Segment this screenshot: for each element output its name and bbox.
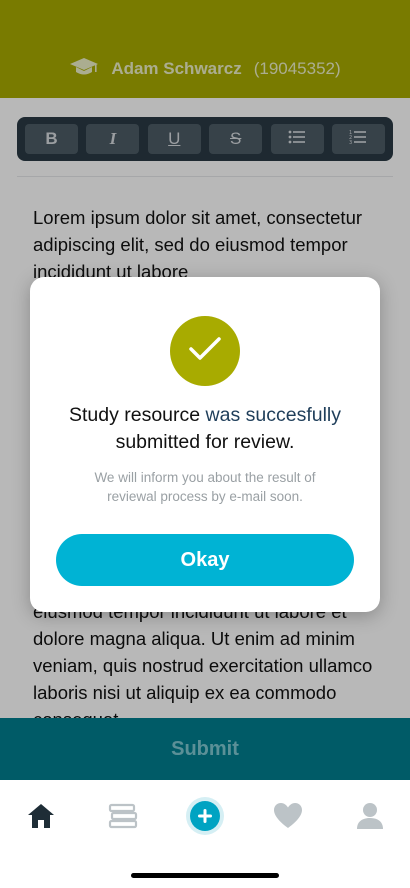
nav-home[interactable] (21, 800, 61, 836)
success-badge (170, 316, 240, 386)
dialog-title-part2: was succesfully (205, 404, 342, 426)
success-dialog: Study resource was succesfully submitted… (30, 277, 380, 612)
nav-library[interactable] (103, 800, 143, 836)
nav-add[interactable] (185, 796, 225, 836)
bottom-nav (0, 780, 410, 888)
home-icon (26, 802, 56, 835)
nav-favorites[interactable] (268, 800, 308, 836)
profile-icon (355, 801, 385, 836)
home-indicator (131, 873, 279, 878)
add-icon (185, 796, 225, 841)
dialog-subtitle: We will inform you about the result of r… (94, 470, 316, 504)
dialog-title-part3: submitted for review. (115, 431, 295, 453)
dialog-title-part1: Study resource (68, 404, 201, 426)
nav-profile[interactable] (350, 800, 390, 836)
heart-icon (273, 802, 303, 835)
checkmark-icon (188, 336, 222, 367)
books-icon (107, 802, 139, 835)
dialog-title: Study resource was succesfully submitted… (44, 402, 366, 456)
okay-button[interactable]: Okay (56, 534, 354, 586)
